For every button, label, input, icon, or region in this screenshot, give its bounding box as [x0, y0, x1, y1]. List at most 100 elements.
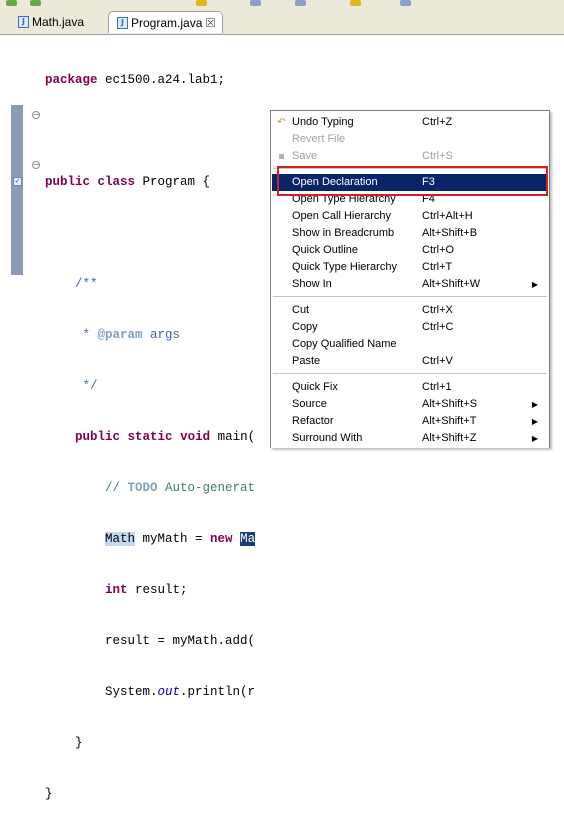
comment-text: // — [105, 481, 128, 495]
search-icon[interactable] — [295, 0, 306, 6]
code-text: } — [45, 787, 53, 801]
menu-item-shortcut: Ctrl+1 — [422, 381, 452, 393]
menu-item-surround-with[interactable]: Surround With Alt+Shift+Z ▶ — [272, 430, 548, 447]
code-line: System.out.println(r — [45, 684, 255, 701]
fold-collapse-icon[interactable]: − — [32, 111, 40, 119]
code-text: myMath = — [135, 532, 211, 546]
menu-item-cut[interactable]: Cut Ctrl+X — [272, 302, 548, 319]
menu-item-shortcut: Ctrl+O — [422, 244, 455, 256]
debug-icon[interactable] — [250, 0, 261, 6]
keyword: static — [127, 430, 173, 444]
tab-math-java[interactable]: J Math.java — [10, 11, 108, 33]
code-line: public static void main( — [45, 429, 255, 446]
code-line: } — [45, 735, 255, 752]
save-icon: ▪ — [278, 151, 285, 162]
menu-item-shortcut: Alt+Shift+B — [422, 227, 478, 239]
menu-item-copy-qualified-name[interactable]: Copy Qualified Name — [272, 336, 548, 353]
code-text: main( — [210, 430, 256, 444]
menu-item-copy[interactable]: Copy Ctrl+C — [272, 319, 548, 336]
menu-item-label: Show in Breadcrumb — [292, 227, 395, 239]
undo-icon: ↶ — [277, 117, 286, 128]
menu-item-label: Open Declaration — [292, 176, 378, 188]
back-icon[interactable] — [6, 0, 17, 6]
run-icon[interactable] — [196, 0, 207, 6]
new-icon[interactable] — [350, 0, 361, 6]
tab-label: Program.java — [131, 16, 203, 30]
source-code[interactable]: package ec1500.a24.lab1; public class Pr… — [45, 38, 255, 837]
menu-item-shortcut: Ctrl+Alt+H — [422, 210, 473, 222]
menu-item-undo-typing[interactable]: ↶ Undo Typing Ctrl+Z — [272, 114, 548, 131]
code-line: Math myMath = new Ma — [45, 531, 256, 548]
code-line: package ec1500.a24.lab1; — [45, 72, 255, 89]
menu-item-save[interactable]: ▪ Save Ctrl+S — [272, 148, 548, 165]
comment-text: Auto-generat — [157, 481, 256, 495]
menu-item-open-call-hierarchy[interactable]: Open Call Hierarchy Ctrl+Alt+H — [272, 208, 548, 225]
task-marker-icon[interactable]: ✓ — [13, 177, 22, 186]
menu-item-shortcut: F3 — [422, 176, 435, 188]
selected-text: Ma — [240, 532, 256, 546]
menu-item-label: Copy Qualified Name — [292, 338, 397, 350]
menu-item-shortcut: Ctrl+Z — [422, 116, 453, 128]
code-line: * @param args — [45, 327, 255, 344]
menu-item-show-in[interactable]: Show In Alt+Shift+W ▶ — [272, 276, 548, 293]
menu-item-label: Source — [292, 398, 327, 410]
submenu-arrow-icon: ▶ — [531, 280, 538, 289]
fold-collapse-icon[interactable]: − — [32, 161, 40, 169]
menu-item-shortcut: Alt+Shift+T — [422, 415, 477, 427]
menu-item-quick-outline[interactable]: Quick Outline Ctrl+O — [272, 242, 548, 259]
submenu-arrow-icon: ▶ — [531, 434, 538, 443]
java-file-icon: J — [18, 16, 29, 28]
code-line: } — [45, 786, 255, 803]
context-menu: ↶ Undo Typing Ctrl+Z Revert File ▪ Save … — [270, 110, 550, 448]
menu-item-open-declaration[interactable]: Open Declaration F3 — [272, 174, 548, 191]
code-text: } — [45, 736, 83, 750]
keyword: void — [180, 430, 211, 444]
menu-item-shortcut: F4 — [422, 193, 435, 205]
menu-separator — [273, 373, 547, 375]
menu-item-label: Undo Typing — [292, 116, 354, 128]
menu-item-label: Quick Fix — [292, 381, 338, 393]
menu-item-label: Paste — [292, 355, 321, 367]
tab-program-java[interactable]: J Program.java ☒ — [108, 11, 223, 33]
submenu-arrow-icon: ▶ — [531, 400, 538, 409]
keyword: int — [105, 583, 128, 597]
menu-item-paste[interactable]: Paste Ctrl+V — [272, 353, 548, 370]
javadoc-text: */ — [45, 379, 98, 393]
menu-item-label: Open Call Hierarchy — [292, 210, 392, 222]
menu-item-shortcut: Alt+Shift+Z — [422, 432, 477, 444]
menu-item-source[interactable]: Source Alt+Shift+S ▶ — [272, 396, 548, 413]
code-text: System. — [45, 685, 158, 699]
menu-item-show-in-breadcrumb[interactable]: Show in Breadcrumb Alt+Shift+B — [272, 225, 548, 242]
code-line: */ — [45, 378, 255, 395]
javadoc-tag: @param — [97, 328, 143, 342]
menu-item-shortcut: Ctrl+S — [422, 150, 453, 162]
open-icon[interactable] — [400, 0, 411, 6]
menu-item-shortcut: Ctrl+V — [422, 355, 453, 367]
menu-item-label: Cut — [292, 304, 310, 316]
menu-item-label: Quick Type Hierarchy — [292, 261, 397, 273]
forward-icon[interactable] — [30, 0, 41, 6]
keyword: new — [210, 532, 233, 546]
menu-item-label: Open Type Hierarchy — [292, 193, 396, 205]
code-line: /** — [45, 276, 255, 293]
keyword: package — [45, 73, 98, 87]
java-file-icon: J — [117, 17, 128, 29]
menu-item-shortcut: Alt+Shift+W — [422, 278, 481, 290]
menu-item-quick-fix[interactable]: Quick Fix Ctrl+1 — [272, 379, 548, 396]
menu-item-label: Save — [292, 150, 318, 162]
menu-item-label: Surround With — [292, 432, 363, 444]
code-line: // TODO Auto-generat — [45, 480, 255, 497]
close-icon[interactable]: ☒ — [205, 12, 216, 34]
tab-label: Math.java — [32, 15, 85, 29]
menu-item-open-type-hierarchy[interactable]: Open Type Hierarchy F4 — [272, 191, 548, 208]
menu-item-quick-type-hierarchy[interactable]: Quick Type Hierarchy Ctrl+T — [272, 259, 548, 276]
menu-item-refactor[interactable]: Refactor Alt+Shift+T ▶ — [272, 413, 548, 430]
menu-item-label: Revert File — [292, 133, 346, 145]
menu-item-revert-file[interactable]: Revert File — [272, 131, 548, 148]
keyword: public — [45, 175, 91, 189]
javadoc-text: /** — [45, 277, 98, 291]
submenu-arrow-icon: ▶ — [531, 417, 538, 426]
